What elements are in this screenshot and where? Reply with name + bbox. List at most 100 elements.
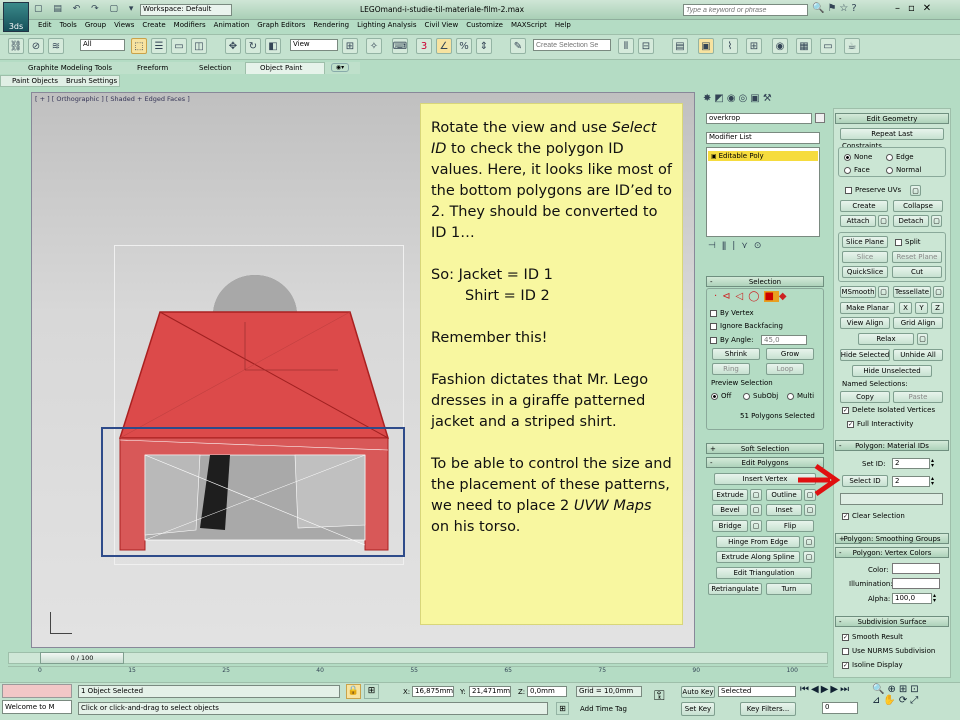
menu-item-group[interactable]: Group <box>85 21 106 29</box>
rollout-selection[interactable]: - Selection <box>706 276 824 287</box>
msmooth-button[interactable]: MSmooth <box>840 286 876 298</box>
grid-align-button[interactable]: Grid Align <box>893 317 943 329</box>
object-name-field[interactable]: overkrop <box>706 113 812 124</box>
time-tag-icon[interactable]: ⊞ <box>556 702 569 715</box>
hinge-settings-button[interactable]: ▢ <box>803 536 815 548</box>
constraint-face-radio[interactable]: Face <box>844 166 870 174</box>
selection-lock-icon[interactable]: 🔒 <box>346 684 361 699</box>
constraint-normal-radio[interactable]: Normal <box>886 166 921 174</box>
menu-item-animation[interactable]: Animation <box>214 21 250 29</box>
rollout-vertex-colors[interactable]: - Polygon: Vertex Colors <box>835 547 949 558</box>
attach-settings-button[interactable]: ▢ <box>878 215 889 227</box>
edit-triangulation-button[interactable]: Edit Triangulation <box>716 567 812 579</box>
subobject-level-icons[interactable]: ·⊲◁◯■◆ <box>714 291 792 302</box>
schematic-view-icon[interactable]: ⊞ <box>746 38 762 54</box>
rollout-soft-selection[interactable]: + Soft Selection <box>706 443 824 454</box>
split-checkbox[interactable]: Split <box>895 238 921 246</box>
ribbon-tab-object-paint[interactable]: Object Paint <box>260 64 302 72</box>
subtab-paint-objects[interactable]: Paint Objects <box>12 77 58 85</box>
scale-icon[interactable]: ◧ <box>265 38 281 54</box>
spinner-snap-icon[interactable]: ⇕ <box>476 38 492 54</box>
menu-item-lighting-analysis[interactable]: Lighting Analysis <box>357 21 416 29</box>
extrude-settings-button[interactable]: ▢ <box>750 489 762 501</box>
modifier-stack-item-editable-poly[interactable]: ▣ Editable Poly <box>708 151 818 161</box>
bevel-settings-button[interactable]: ▢ <box>750 504 762 516</box>
paste-button[interactable]: Paste <box>893 391 943 403</box>
x-coord-field[interactable]: 16,875mm <box>412 686 454 697</box>
delete-isolated-checkbox[interactable]: ✓ Delete Isolated Vertices <box>842 406 935 414</box>
menu-item-modifiers[interactable]: Modifiers <box>174 21 206 29</box>
reset-plane-button[interactable]: Reset Plane <box>892 251 942 263</box>
rotate-icon[interactable]: ↻ <box>245 38 261 54</box>
cut-button[interactable]: Cut <box>892 266 942 278</box>
percent-snap-icon[interactable]: % <box>456 38 472 54</box>
illumination-swatch[interactable] <box>892 578 940 589</box>
nurms-checkbox[interactable]: Use NURMS Subdivision <box>842 647 935 655</box>
rendered-frame-icon[interactable]: ▭ <box>820 38 836 54</box>
ref-coord-dropdown[interactable]: View <box>290 39 338 51</box>
hinge-from-edge-button[interactable]: Hinge From Edge <box>716 536 800 548</box>
msmooth-settings-button[interactable]: ▢ <box>878 286 889 298</box>
flip-button[interactable]: Flip <box>766 520 814 532</box>
align-icon[interactable]: ⊟ <box>638 38 654 54</box>
subtab-brush-settings[interactable]: Brush Settings <box>66 77 117 85</box>
maxscript-mini-listener[interactable]: Welcome to M <box>2 700 72 714</box>
bind-spacewarp-icon[interactable]: ≋ <box>48 38 64 54</box>
by-vertex-checkbox[interactable]: By Vertex <box>710 309 754 317</box>
attach-button[interactable]: Attach <box>840 215 876 227</box>
preview-multi-radio[interactable]: Multi <box>787 392 814 400</box>
inset-button[interactable]: Inset <box>766 504 802 516</box>
object-color-swatch[interactable] <box>815 113 825 123</box>
current-frame-field[interactable]: 0 <box>822 702 858 714</box>
by-angle-checkbox[interactable]: By Angle: <box>710 336 753 344</box>
key-icon[interactable]: ⚿ <box>654 688 665 704</box>
key-filters-button[interactable]: Key Filters... <box>740 702 796 716</box>
select-id-button[interactable]: Select ID <box>842 475 888 487</box>
viewport-label[interactable]: [ + ] [ Orthographic ] [ Shaded + Edged … <box>35 95 190 103</box>
modifier-stack-tools[interactable]: ⊣ǁ|⋎⊙ <box>708 241 818 251</box>
extrude-spline-settings-button[interactable]: ▢ <box>803 551 815 563</box>
unlink-icon[interactable]: ⊘ <box>28 38 44 54</box>
menu-item-customize[interactable]: Customize <box>466 21 503 29</box>
named-selection-input[interactable] <box>533 39 611 51</box>
ribbon-tab-selection[interactable]: Selection <box>199 64 231 72</box>
make-planar-button[interactable]: Make Planar <box>840 302 895 314</box>
bridge-button[interactable]: Bridge <box>712 520 748 532</box>
rect-region-icon[interactable]: ▭ <box>171 38 187 54</box>
snap-3d-icon[interactable]: 3 <box>416 38 432 54</box>
angle-field[interactable]: 45,0 <box>761 335 807 345</box>
menu-item-create[interactable]: Create <box>142 21 165 29</box>
viewport-nav-icons[interactable]: 🔍⊕⊞⊡ ⊿✋⟳⤢ <box>872 684 922 706</box>
render-icon[interactable]: ☕ <box>844 38 860 54</box>
edit-named-sel-icon[interactable]: ✎ <box>510 38 526 54</box>
unhide-all-button[interactable]: Unhide All <box>893 349 943 361</box>
hide-unselected-button[interactable]: Hide Unselected <box>852 365 932 377</box>
menu-item-graph-editors[interactable]: Graph Editors <box>257 21 305 29</box>
select-id-spinner-icon[interactable]: ▴ ▾ <box>931 476 934 487</box>
turn-button[interactable]: Turn <box>766 583 812 595</box>
search-input[interactable] <box>683 4 808 16</box>
constraint-none-radio[interactable]: None <box>844 153 872 161</box>
constraint-edge-radio[interactable]: Edge <box>886 153 914 161</box>
keyboard-shortcut-icon[interactable]: ⌨ <box>392 38 408 54</box>
modifier-list-dropdown[interactable]: Modifier List <box>706 132 820 144</box>
create-button[interactable]: Create <box>840 200 888 212</box>
move-icon[interactable]: ✥ <box>225 38 241 54</box>
y-coord-field[interactable]: 21,471mm <box>469 686 511 697</box>
link-icon[interactable]: ⛓ <box>8 38 24 54</box>
workspace-dropdown[interactable]: Workspace: Default <box>140 4 232 16</box>
hide-selected-button[interactable]: Hide Selected <box>840 349 890 361</box>
time-slider-track[interactable] <box>8 652 828 664</box>
preview-off-radio[interactable]: Off <box>711 392 731 400</box>
curve-editor-icon[interactable]: ⌇ <box>722 38 738 54</box>
color-swatch[interactable] <box>892 563 940 574</box>
isoline-checkbox[interactable]: ✓ Isoline Display <box>842 661 903 669</box>
3ds-max-logo-icon[interactable]: 3ds <box>3 2 29 32</box>
ribbon-tab-freeform[interactable]: Freeform <box>137 64 168 72</box>
select-id-field[interactable]: 2 <box>892 476 930 487</box>
rollout-material-ids[interactable]: - Polygon: Material IDs <box>835 440 949 451</box>
bevel-button[interactable]: Bevel <box>712 504 748 516</box>
layer-manager-icon[interactable]: ▤ <box>672 38 688 54</box>
preserve-uvs-checkbox[interactable]: Preserve UVs <box>845 186 901 194</box>
menu-item-edit[interactable]: Edit <box>38 21 52 29</box>
